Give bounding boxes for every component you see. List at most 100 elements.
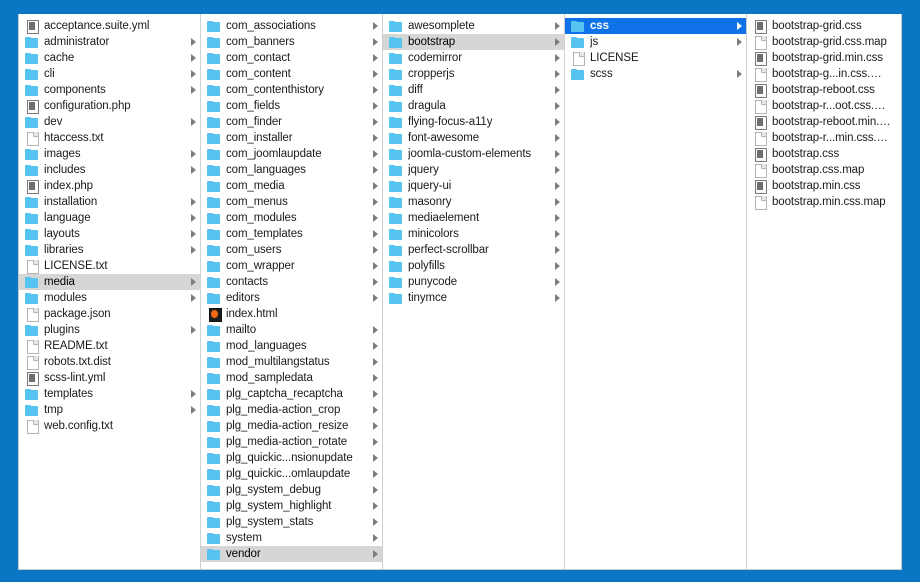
disclosure-triangle-icon[interactable] xyxy=(555,166,560,174)
file-row[interactable]: cli xyxy=(19,66,200,82)
file-row[interactable]: robots.txt.dist xyxy=(19,354,200,370)
disclosure-triangle-icon[interactable] xyxy=(373,438,378,446)
disclosure-triangle-icon[interactable] xyxy=(373,502,378,510)
file-row[interactable]: com_associations xyxy=(201,18,382,34)
disclosure-triangle-icon[interactable] xyxy=(373,374,378,382)
file-row[interactable]: libraries xyxy=(19,242,200,258)
disclosure-triangle-icon[interactable] xyxy=(373,118,378,126)
file-row[interactable]: js xyxy=(565,34,746,50)
file-row[interactable]: bootstrap.min.css.map xyxy=(747,194,901,210)
file-row[interactable]: mod_sampledata xyxy=(201,370,382,386)
file-row[interactable]: bootstrap xyxy=(383,34,564,50)
file-row[interactable]: plg_captcha_recaptcha xyxy=(201,386,382,402)
disclosure-triangle-icon[interactable] xyxy=(191,294,196,302)
disclosure-triangle-icon[interactable] xyxy=(191,86,196,94)
file-row[interactable]: index.html xyxy=(201,306,382,322)
file-row[interactable]: bootstrap-grid.css.map xyxy=(747,34,901,50)
file-row[interactable]: images xyxy=(19,146,200,162)
file-row[interactable]: plg_media-action_resize xyxy=(201,418,382,434)
disclosure-triangle-icon[interactable] xyxy=(191,118,196,126)
file-row[interactable]: dragula xyxy=(383,98,564,114)
file-row[interactable]: plg_quickic...nsionupdate xyxy=(201,450,382,466)
file-row[interactable]: installation xyxy=(19,194,200,210)
file-row[interactable]: bootstrap.css xyxy=(747,146,901,162)
disclosure-triangle-icon[interactable] xyxy=(191,326,196,334)
disclosure-triangle-icon[interactable] xyxy=(373,70,378,78)
disclosure-triangle-icon[interactable] xyxy=(555,246,560,254)
file-row[interactable]: awesomplete xyxy=(383,18,564,34)
file-row[interactable]: plg_quickic...omlaupdate xyxy=(201,466,382,482)
file-row[interactable]: bootstrap.min.css xyxy=(747,178,901,194)
file-row[interactable]: scss-lint.yml xyxy=(19,370,200,386)
disclosure-triangle-icon[interactable] xyxy=(555,198,560,206)
file-row[interactable]: bootstrap-r...min.css.map xyxy=(747,130,901,146)
file-row[interactable]: css xyxy=(565,18,746,34)
disclosure-triangle-icon[interactable] xyxy=(555,230,560,238)
file-row[interactable]: com_wrapper xyxy=(201,258,382,274)
file-row[interactable]: language xyxy=(19,210,200,226)
file-row[interactable]: templates xyxy=(19,386,200,402)
disclosure-triangle-icon[interactable] xyxy=(191,38,196,46)
disclosure-triangle-icon[interactable] xyxy=(191,230,196,238)
disclosure-triangle-icon[interactable] xyxy=(373,22,378,30)
finder-column-media[interactable]: com_associations com_banners com_contact co… xyxy=(201,14,383,569)
file-row[interactable]: bootstrap-grid.min.css xyxy=(747,50,901,66)
file-row[interactable]: bootstrap-r...oot.css.map xyxy=(747,98,901,114)
file-row[interactable]: system xyxy=(201,530,382,546)
file-row[interactable]: plugins xyxy=(19,322,200,338)
file-row[interactable]: com_fields xyxy=(201,98,382,114)
disclosure-triangle-icon[interactable] xyxy=(373,390,378,398)
file-row[interactable]: bootstrap.css.map xyxy=(747,162,901,178)
file-row[interactable]: acceptance.suite.yml xyxy=(19,18,200,34)
disclosure-triangle-icon[interactable] xyxy=(373,214,378,222)
disclosure-triangle-icon[interactable] xyxy=(555,54,560,62)
disclosure-triangle-icon[interactable] xyxy=(373,166,378,174)
disclosure-triangle-icon[interactable] xyxy=(191,198,196,206)
disclosure-triangle-icon[interactable] xyxy=(191,54,196,62)
disclosure-triangle-icon[interactable] xyxy=(373,38,378,46)
file-row[interactable]: font-awesome xyxy=(383,130,564,146)
disclosure-triangle-icon[interactable] xyxy=(373,358,378,366)
file-row[interactable]: com_contact xyxy=(201,50,382,66)
disclosure-triangle-icon[interactable] xyxy=(737,70,742,78)
disclosure-triangle-icon[interactable] xyxy=(191,214,196,222)
file-row[interactable]: com_installer xyxy=(201,130,382,146)
file-row[interactable]: com_languages xyxy=(201,162,382,178)
file-row[interactable]: index.php xyxy=(19,178,200,194)
file-row[interactable]: vendor xyxy=(201,546,382,562)
disclosure-triangle-icon[interactable] xyxy=(373,294,378,302)
disclosure-triangle-icon[interactable] xyxy=(373,342,378,350)
file-row[interactable]: htaccess.txt xyxy=(19,130,200,146)
file-row[interactable]: joomla-custom-elements xyxy=(383,146,564,162)
file-row[interactable]: mailto xyxy=(201,322,382,338)
file-row[interactable]: bootstrap-reboot.min.css xyxy=(747,114,901,130)
file-row[interactable]: bootstrap-g...in.css.map xyxy=(747,66,901,82)
file-row[interactable]: codemirror xyxy=(383,50,564,66)
file-row[interactable]: media xyxy=(19,274,200,290)
disclosure-triangle-icon[interactable] xyxy=(555,70,560,78)
disclosure-triangle-icon[interactable] xyxy=(373,246,378,254)
file-row[interactable]: contacts xyxy=(201,274,382,290)
file-row[interactable]: com_content xyxy=(201,66,382,82)
disclosure-triangle-icon[interactable] xyxy=(191,70,196,78)
file-row[interactable]: com_users xyxy=(201,242,382,258)
disclosure-triangle-icon[interactable] xyxy=(191,150,196,158)
file-row[interactable]: minicolors xyxy=(383,226,564,242)
disclosure-triangle-icon[interactable] xyxy=(373,518,378,526)
file-row[interactable]: LICENSE.txt xyxy=(19,258,200,274)
file-row[interactable]: configuration.php xyxy=(19,98,200,114)
file-row[interactable]: jquery xyxy=(383,162,564,178)
disclosure-triangle-icon[interactable] xyxy=(191,406,196,414)
file-row[interactable]: diff xyxy=(383,82,564,98)
file-row[interactable]: com_menus xyxy=(201,194,382,210)
disclosure-triangle-icon[interactable] xyxy=(191,390,196,398)
file-row[interactable]: com_banners xyxy=(201,34,382,50)
disclosure-triangle-icon[interactable] xyxy=(373,406,378,414)
file-row[interactable]: polyfills xyxy=(383,258,564,274)
disclosure-triangle-icon[interactable] xyxy=(373,182,378,190)
finder-column-joomla-root[interactable]: acceptance.suite.yml administrator cache cl… xyxy=(19,14,201,569)
file-row[interactable]: components xyxy=(19,82,200,98)
disclosure-triangle-icon[interactable] xyxy=(373,150,378,158)
disclosure-triangle-icon[interactable] xyxy=(555,150,560,158)
disclosure-triangle-icon[interactable] xyxy=(373,134,378,142)
